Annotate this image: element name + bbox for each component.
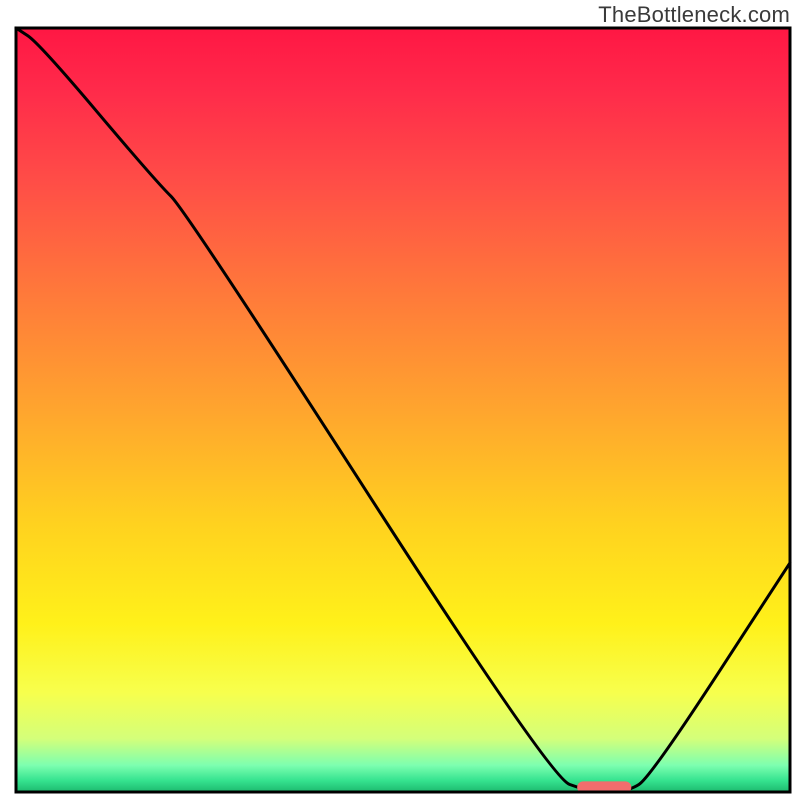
- chart-container: TheBottleneck.com: [0, 0, 800, 800]
- gradient-background: [16, 28, 790, 792]
- bottleneck-chart: [0, 0, 800, 800]
